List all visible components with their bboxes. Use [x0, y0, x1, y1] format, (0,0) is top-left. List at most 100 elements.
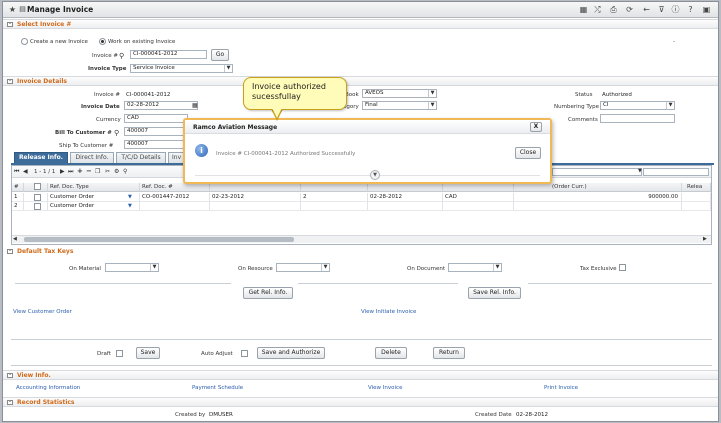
scroll-left-icon[interactable]: ◀ — [13, 236, 17, 242]
get-rel-info-button[interactable]: Get Rel. Info. — [243, 287, 293, 299]
radio-create-new-invoice[interactable] — [21, 38, 28, 45]
refresh-icon[interactable]: ⟳ — [625, 5, 634, 14]
help-icon[interactable]: ? — [686, 5, 695, 14]
book-select[interactable]: AVEOS ▼ — [362, 89, 437, 98]
dialog-close-button[interactable]: Close — [515, 147, 541, 159]
collapse-icon[interactable]: – — [7, 22, 13, 27]
tab-inv[interactable]: Inv — [168, 152, 184, 163]
grid-search-input[interactable] — [643, 168, 709, 176]
add-row-icon[interactable]: + — [77, 167, 83, 175]
scroll-right-icon[interactable]: ▶ — [703, 236, 707, 242]
table-row-1-type[interactable]: Customer Order — [48, 193, 140, 202]
save-and-authorize-button[interactable]: Save and Authorize — [257, 347, 325, 359]
section-invoice-details[interactable]: – Invoice Details — [3, 76, 718, 86]
bill-to-input[interactable]: 400007 — [124, 127, 188, 136]
col-header-check — [24, 183, 48, 192]
accounting-information-link[interactable]: Accounting Information — [16, 385, 80, 391]
payment-schedule-link[interactable]: Payment Schedule — [192, 385, 243, 391]
cut-icon[interactable]: ✂ — [105, 168, 110, 175]
tab-release-info[interactable]: Release Info. — [14, 152, 68, 163]
table-row-2-type[interactable]: Customer Order — [48, 202, 140, 211]
on-document-select[interactable]: ▼ — [448, 263, 502, 272]
section-title: Invoice Details — [17, 78, 67, 85]
row-checkbox[interactable] — [34, 194, 41, 201]
first-page-icon[interactable]: ⏮ — [14, 168, 19, 176]
invoice-date-input[interactable]: 02-28-2012 — [124, 101, 198, 110]
star-icon[interactable]: ★ — [8, 5, 17, 14]
tax-exclusive-label: Tax Exclusive — [580, 266, 617, 272]
title-bar: ★ ▤ Manage Invoice ▦ ⤮ ⎙ ⟳ ← ⊽ ⓘ ? ▣ — [3, 2, 718, 18]
delete-button[interactable]: Delete — [375, 347, 407, 359]
return-button[interactable]: Return — [433, 347, 465, 359]
search-icon[interactable]: ⚲ — [123, 168, 127, 175]
search-icon[interactable]: ⚲ — [114, 129, 119, 137]
calendar-icon[interactable]: ▦ — [192, 102, 198, 109]
table-row-2-date — [210, 202, 301, 211]
next-page-icon[interactable]: ▶ — [60, 168, 65, 175]
table-row-1-doc[interactable]: CO-001447-2012 — [140, 193, 210, 202]
delete-row-icon[interactable]: − — [86, 167, 92, 175]
scrollbar-thumb[interactable] — [24, 237, 294, 242]
grid-filter-input[interactable] — [552, 168, 642, 176]
on-resource-select[interactable]: ▼ — [276, 263, 330, 272]
collapse-icon[interactable]: – — [7, 249, 13, 254]
tax-exclusive-checkbox[interactable] — [619, 264, 626, 271]
numbering-type-select[interactable]: CI ▼ — [600, 101, 675, 110]
horizontal-scrollbar[interactable]: ◀ ▶ — [12, 235, 711, 243]
view-invoice-link[interactable]: View Invoice — [368, 385, 402, 391]
ship-to-input[interactable]: 400007 — [124, 140, 188, 149]
section-default-tax-keys[interactable]: – Default Tax Keys — [3, 247, 718, 257]
expand-chevron-icon[interactable]: ▼ — [370, 170, 380, 180]
collapse-icon[interactable]: – — [7, 400, 13, 405]
chevron-down-icon[interactable]: ▼ — [128, 194, 132, 200]
chevron-down-icon: ▼ — [150, 264, 158, 271]
category-select[interactable]: Final ▼ — [362, 101, 437, 110]
save-rel-info-button[interactable]: Save Rel. Info. — [468, 287, 521, 299]
select-all-checkbox[interactable] — [34, 183, 41, 190]
settings-icon[interactable]: ⚙ — [114, 168, 119, 175]
table-row-2-doc[interactable] — [140, 202, 210, 211]
tab-tcd-details[interactable]: T/C/D Details — [116, 152, 166, 163]
chevron-down-icon[interactable]: ▼ — [128, 203, 132, 209]
shuffle-icon[interactable]: ⤮ — [593, 5, 602, 14]
on-material-select[interactable]: ▼ — [105, 263, 159, 272]
collapse-icon[interactable]: – — [7, 373, 13, 378]
comments-input[interactable] — [600, 114, 675, 123]
view-initiate-invoice-link[interactable]: View Initiate Invoice — [361, 309, 416, 315]
radio-work-existing-invoice[interactable] — [99, 38, 106, 45]
bill-to-label: Bill To Customer # — [55, 130, 112, 136]
section-view-info[interactable]: – View Info. — [3, 370, 718, 380]
back-arrow-icon[interactable]: ← — [642, 5, 651, 14]
print-invoice-link[interactable]: Print Invoice — [544, 385, 578, 391]
draft-checkbox[interactable] — [116, 350, 123, 357]
divider — [528, 283, 712, 284]
filter-icon[interactable]: ⊽ — [657, 5, 666, 14]
prev-page-icon[interactable]: ◀ — [23, 168, 28, 175]
pager-text: 1 - 1 / 1 — [34, 169, 56, 175]
grid-icon[interactable]: ▦ — [579, 5, 588, 14]
chevron-down-icon[interactable]: ▼ — [638, 168, 642, 174]
collapse-icon[interactable]: – — [7, 79, 13, 84]
tab-direct-info[interactable]: Direct Info. — [70, 152, 114, 163]
view-customer-order-link[interactable]: View Customer Order — [13, 309, 72, 315]
details-invoice-no-label: Invoice # — [94, 92, 121, 98]
dialog-close-x-button[interactable]: X — [530, 122, 542, 132]
last-page-icon[interactable]: ⏭ — [68, 168, 73, 176]
print-icon[interactable]: ⎙ — [609, 5, 618, 14]
section-record-statistics[interactable]: – Record Statistics — [3, 397, 718, 407]
go-button[interactable]: Go — [211, 49, 229, 61]
search-icon[interactable]: ⚲ — [119, 52, 124, 60]
currency-input[interactable]: CAD — [124, 114, 188, 123]
auto-adjust-checkbox[interactable] — [241, 350, 248, 357]
info-icon[interactable]: ⓘ — [671, 5, 680, 14]
book-value: AVEOS — [365, 90, 384, 96]
invoice-no-input[interactable]: CI-000041-2012 — [130, 50, 207, 59]
section-select-invoice[interactable]: – Select Invoice # — [3, 19, 718, 29]
document-icon: ▤ — [19, 5, 26, 13]
invoice-type-select[interactable]: Service Invoice ▼ — [130, 64, 233, 73]
copy-icon[interactable]: ❐ — [95, 168, 100, 175]
row-checkbox[interactable] — [34, 203, 41, 210]
window-icon[interactable]: ▣ — [702, 5, 711, 14]
invoice-type-value: Service Invoice — [133, 65, 175, 71]
save-button[interactable]: Save — [136, 347, 160, 359]
